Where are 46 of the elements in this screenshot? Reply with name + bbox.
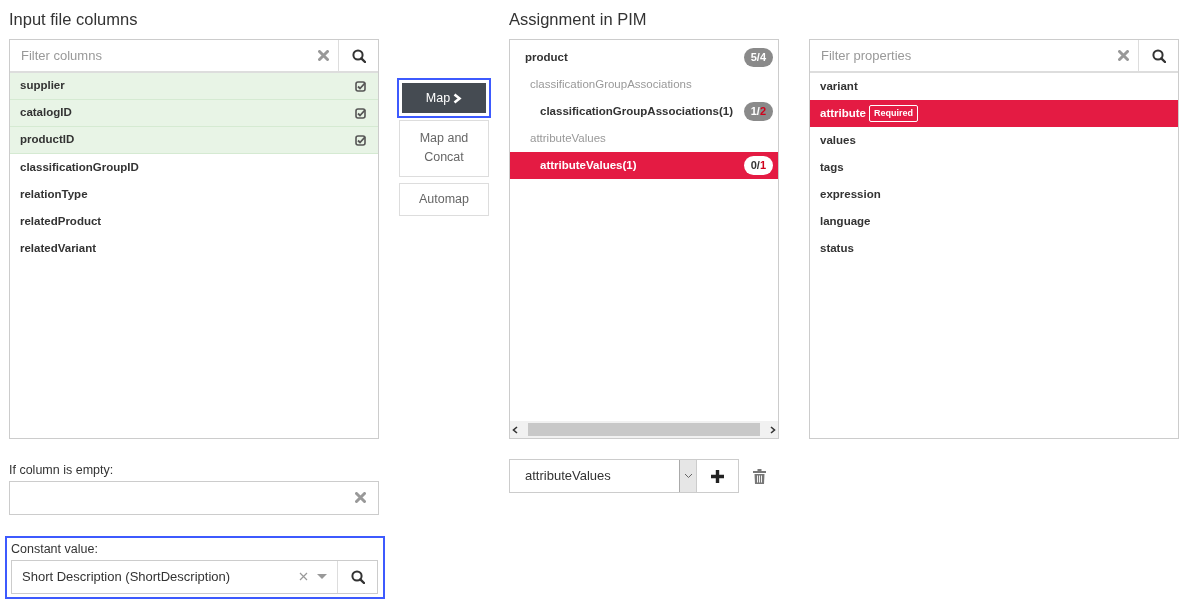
search-icon: [351, 48, 366, 63]
column-item[interactable]: classificationGroupID: [10, 154, 378, 181]
column-item[interactable]: catalogID: [10, 100, 378, 127]
tree-item[interactable]: classificationGroupAssociations(1) 1/2: [510, 98, 778, 125]
empty-value-field[interactable]: [9, 480, 379, 515]
property-item[interactable]: language: [810, 208, 1178, 235]
clear-icon[interactable]: [1117, 50, 1129, 61]
property-item[interactable]: tags: [810, 154, 1178, 181]
column-item[interactable]: relationType: [10, 181, 378, 208]
count-badge: 0/1: [743, 156, 773, 175]
instance-select[interactable]: attributeValues: [509, 459, 697, 493]
tree-item[interactable]: product 5/4: [510, 44, 778, 71]
section-title: Assignment in PIM: [509, 9, 648, 30]
chevron-down-icon: [683, 473, 693, 479]
add-button[interactable]: [697, 459, 739, 493]
column-item[interactable]: supplier: [10, 73, 378, 100]
plus-icon: [711, 469, 724, 483]
checkbox-icon: [355, 107, 366, 119]
property-item[interactable]: status: [810, 235, 1178, 262]
property-item[interactable]: values: [810, 127, 1178, 154]
clear-icon[interactable]: [317, 50, 329, 61]
horizontal-scrollbar[interactable]: [510, 421, 778, 438]
section-title: Input file columns: [9, 9, 139, 30]
checkbox-icon: [355, 134, 366, 146]
action-button[interactable]: Map and Concat: [399, 120, 489, 177]
chevron-right-icon: [453, 92, 463, 104]
action-button[interactable]: Automap: [399, 182, 489, 217]
checkbox-icon: [355, 80, 366, 92]
tree-item[interactable]: attributeValues(1) 0/1: [510, 152, 778, 179]
action-button[interactable]: Map: [397, 78, 491, 118]
tree-group-label: attributeValues: [530, 130, 606, 146]
column-item[interactable]: relatedVariant: [10, 235, 378, 262]
property-item[interactable]: variant: [810, 73, 1178, 100]
search-icon: [1151, 48, 1166, 63]
column-item[interactable]: relatedProduct: [10, 208, 378, 235]
property-item[interactable]: expression: [810, 181, 1178, 208]
clear-icon[interactable]: [355, 492, 366, 504]
trash-icon[interactable]: [753, 468, 766, 484]
count-badge: 5/4: [743, 48, 773, 67]
column-item[interactable]: productID: [10, 127, 378, 154]
required-tag: Required: [869, 104, 918, 123]
count-badge: 1/2: [743, 102, 773, 121]
property-item[interactable]: attribute Required: [810, 100, 1178, 127]
tree-group-label: classificationGroupAssociations: [530, 76, 692, 92]
field-label: If column is empty:: [9, 462, 115, 479]
field-label: Constant value:: [11, 540, 99, 558]
